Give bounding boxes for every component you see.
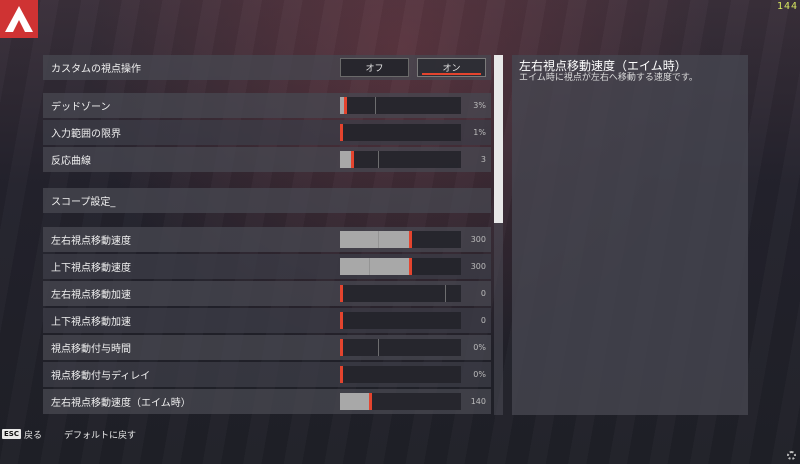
slider-knob[interactable]: [340, 366, 343, 383]
slider-knob[interactable]: [340, 312, 343, 329]
scope-settings-row[interactable]: スコープ設定_: [43, 188, 491, 213]
setting-row[interactable]: 左右視点移動加速 0: [43, 281, 491, 306]
setting-row[interactable]: 上下視点移動加速 0: [43, 308, 491, 333]
scope-settings-label: スコープ設定_: [51, 197, 116, 208]
scrollbar-thumb[interactable]: [494, 55, 503, 223]
setting-value: 3%: [473, 101, 486, 110]
setting-value: 300: [470, 235, 486, 244]
setting-value: 0%: [473, 370, 486, 379]
description-text: エイム時に視点が左右へ移動する速度です。: [519, 73, 698, 83]
setting-value: 140: [470, 397, 486, 406]
description-title: 左右視点移動速度（エイム時）: [519, 59, 687, 73]
custom-view-row: カスタムの視点操作 オフ オン: [43, 55, 491, 80]
slider-knob[interactable]: [340, 285, 343, 302]
settings-list[interactable]: カスタムの視点操作 オフ オン デッドゾーン 3% 入力範囲の限界 1% 反応曲線 3 ス…: [43, 55, 491, 415]
description-panel: 左右視点移動速度（エイム時） エイム時に視点が左右へ移動する速度です。: [512, 55, 748, 415]
setting-value: 1%: [473, 128, 486, 137]
slider-default-tick: [378, 339, 379, 356]
slider-knob[interactable]: [340, 124, 343, 141]
settings-scrollbar[interactable]: [494, 55, 503, 415]
slider-knob[interactable]: [409, 258, 412, 275]
setting-label: 上下視点移動速度: [51, 263, 131, 274]
esc-key-icon: ESC: [2, 429, 21, 439]
setting-row[interactable]: デッドゾーン 3%: [43, 93, 491, 118]
slider-knob[interactable]: [340, 339, 343, 356]
setting-label: デッドゾーン: [51, 102, 111, 113]
setting-row[interactable]: 入力範囲の限界 1%: [43, 120, 491, 145]
setting-slider[interactable]: [340, 393, 461, 410]
slider-fill: [340, 393, 370, 410]
slider-knob[interactable]: [369, 393, 372, 410]
setting-value: 0: [480, 289, 486, 298]
setting-label: 視点移動付与ディレイ: [51, 371, 151, 382]
setting-value: 3: [480, 155, 486, 164]
slider-default-tick: [378, 151, 379, 168]
slider-knob[interactable]: [351, 151, 354, 168]
slider-default-tick: [369, 258, 370, 275]
setting-label: 上下視点移動加速: [51, 317, 131, 328]
setting-value: 0: [480, 316, 486, 325]
setting-row[interactable]: 視点移動付与ディレイ 0%: [43, 362, 491, 387]
setting-row[interactable]: 上下視点移動速度 300: [43, 254, 491, 279]
slider-default-tick: [378, 231, 379, 248]
setting-row[interactable]: 視点移動付与時間 0%: [43, 335, 491, 360]
setting-slider[interactable]: [340, 97, 461, 114]
setting-label: 視点移動付与時間: [51, 344, 131, 355]
setting-slider[interactable]: [340, 258, 461, 275]
loading-gear-icon: [787, 451, 796, 460]
setting-label: 左右視点移動速度（エイム時）: [51, 398, 191, 409]
setting-row[interactable]: 左右視点移動速度（エイム時） 140: [43, 389, 491, 414]
slider-fill: [340, 231, 410, 248]
reset-defaults-button[interactable]: デフォルトに戻す: [64, 428, 136, 441]
custom-view-off-button[interactable]: オフ: [340, 58, 409, 77]
custom-view-on-button[interactable]: オン: [417, 58, 486, 77]
setting-label: 左右視点移動速度: [51, 236, 131, 247]
setting-label: 左右視点移動加速: [51, 290, 131, 301]
setting-value: 300: [470, 262, 486, 271]
setting-slider[interactable]: [340, 151, 461, 168]
slider-fill: [340, 258, 410, 275]
setting-slider[interactable]: [340, 312, 461, 329]
slider-default-tick: [445, 285, 446, 302]
custom-view-label: カスタムの視点操作: [51, 64, 141, 75]
setting-label: 反応曲線: [51, 156, 91, 167]
setting-slider[interactable]: [340, 124, 461, 141]
slider-default-tick: [375, 97, 376, 114]
slider-knob[interactable]: [409, 231, 412, 248]
apex-logo-icon: [5, 6, 33, 32]
setting-label: 入力範囲の限界: [51, 129, 121, 140]
setting-slider[interactable]: [340, 339, 461, 356]
setting-row[interactable]: 左右視点移動速度 300: [43, 227, 491, 252]
setting-slider[interactable]: [340, 366, 461, 383]
fps-counter: 144: [776, 1, 798, 12]
setting-row[interactable]: 反応曲線 3: [43, 147, 491, 172]
slider-knob[interactable]: [344, 97, 347, 114]
apex-logo: [0, 0, 38, 38]
setting-value: 0%: [473, 343, 486, 352]
back-button[interactable]: 戻る: [24, 428, 42, 441]
footer-bar: ESC 戻る デフォルトに戻す: [0, 427, 136, 441]
setting-slider[interactable]: [340, 231, 461, 248]
setting-slider[interactable]: [340, 285, 461, 302]
